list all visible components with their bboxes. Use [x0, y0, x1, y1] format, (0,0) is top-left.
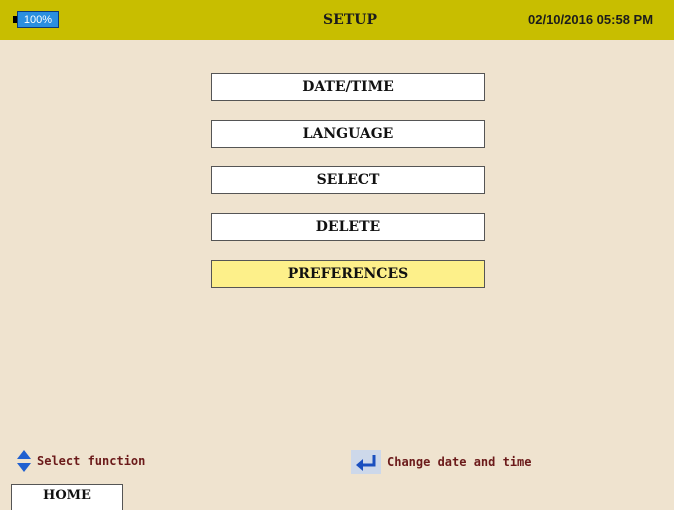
select-button[interactable]: SELECT [211, 166, 485, 194]
home-tab[interactable]: HOME [11, 484, 123, 510]
battery-level: 100% [17, 11, 59, 28]
change-date-text: Change date and time [387, 455, 532, 469]
date-time-button[interactable]: DATE/TIME [211, 73, 485, 101]
up-down-arrows-icon [17, 450, 31, 472]
title-bar: 100% SETUP 02/10/2016 05:58 PM [0, 0, 674, 40]
preferences-button[interactable]: PREFERENCES [211, 260, 485, 288]
delete-button[interactable]: DELETE [211, 213, 485, 241]
select-function-text: Select function [37, 454, 146, 468]
page-title: SETUP [323, 12, 377, 28]
datetime-display: 02/10/2016 05:58 PM [528, 12, 654, 27]
language-button[interactable]: LANGUAGE [211, 120, 485, 148]
enter-arrow-icon [351, 450, 381, 474]
change-date-hint: Change date and time [351, 450, 532, 474]
battery-indicator: 100% [13, 11, 59, 28]
select-function-hint: Select function [17, 450, 145, 472]
